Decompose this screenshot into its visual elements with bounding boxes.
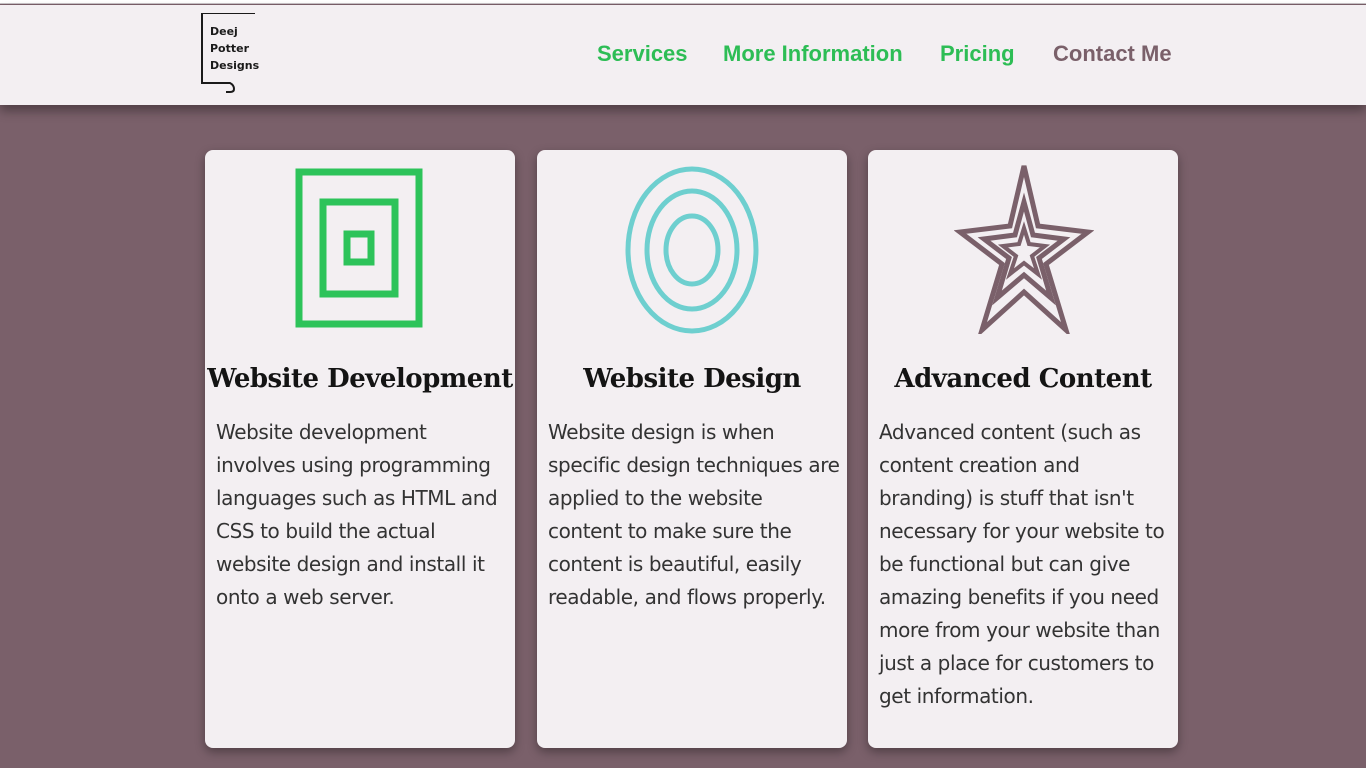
- card-title: Advanced Content: [894, 364, 1152, 394]
- concentric-circles-icon: [625, 166, 759, 334]
- top-border: [0, 0, 1366, 4]
- nav-services[interactable]: Services: [597, 41, 688, 67]
- nested-squares-icon: [295, 168, 423, 328]
- card-description: Advanced content (such as content creati…: [879, 420, 1165, 708]
- card-description: Website development involves using progr…: [216, 420, 498, 609]
- card-description: Website design is when specific design t…: [548, 420, 840, 609]
- nav-more-information[interactable]: More Information: [723, 41, 903, 67]
- site-header: Deej Potter Designs Services More Inform…: [0, 5, 1366, 105]
- logo-line-1: Deej: [210, 25, 238, 38]
- main-nav: Services More Information Pricing Contac…: [0, 41, 1366, 71]
- card-icon-wrapper: [205, 150, 515, 350]
- card-title: Website Design: [583, 364, 801, 394]
- card-icon-wrapper: [537, 150, 847, 350]
- nav-pricing[interactable]: Pricing: [940, 41, 1015, 67]
- nav-contact-me[interactable]: Contact Me: [1053, 41, 1172, 67]
- service-card-website-design: Website Design Website design is when sp…: [537, 150, 847, 748]
- card-title: Website Development: [207, 364, 513, 394]
- card-icon-wrapper: [868, 150, 1178, 350]
- service-card-advanced-content: Advanced Content Advanced content (such …: [868, 150, 1178, 748]
- service-card-website-development: Website Development Website development …: [205, 150, 515, 748]
- nested-stars-icon: [954, 165, 1094, 334]
